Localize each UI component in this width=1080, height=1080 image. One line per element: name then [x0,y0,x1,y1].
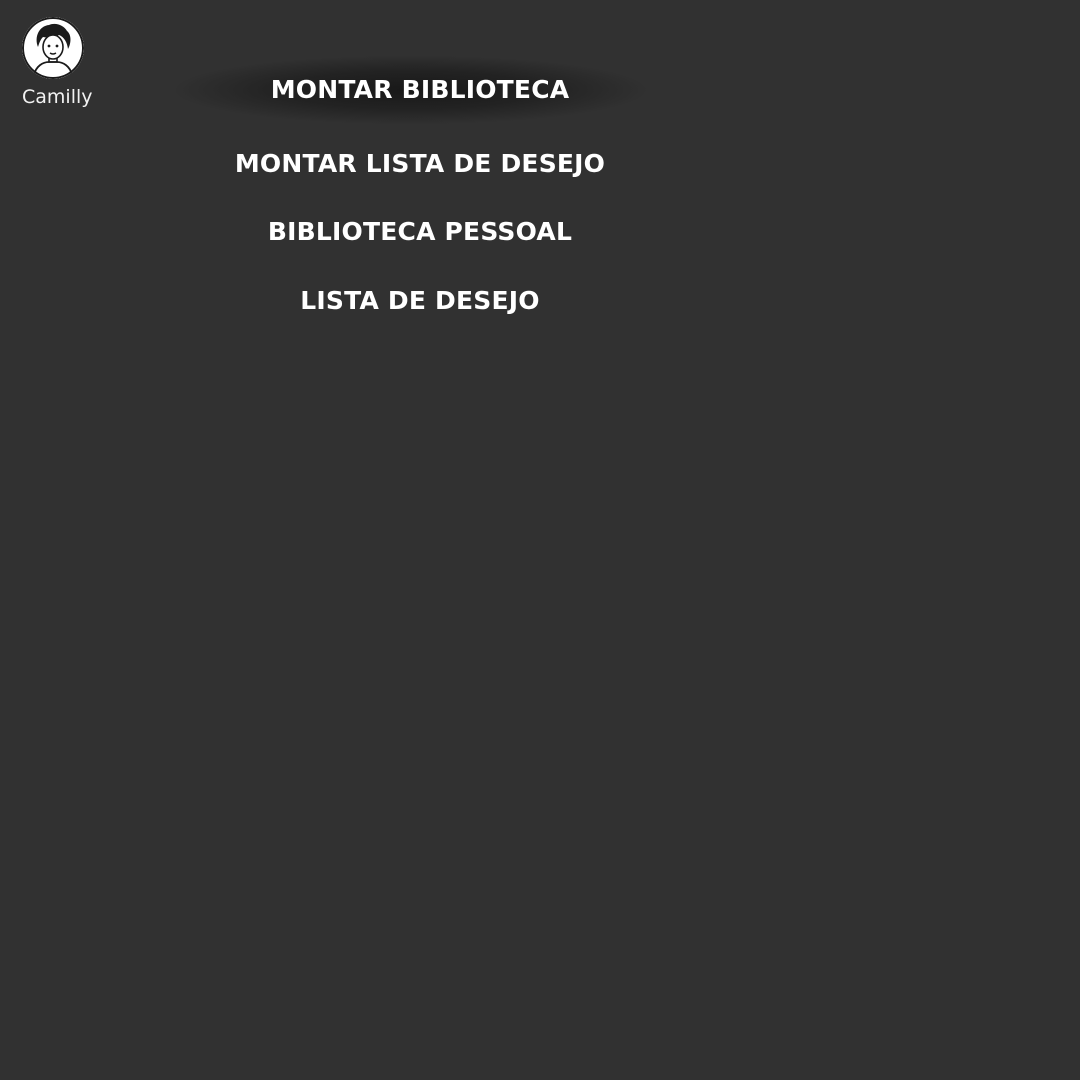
app-page: Camilly MONTAR BIBLIOTECA MONTAR LISTA D… [0,0,1080,1080]
menu-item-label: LISTA DE DESEJO [300,286,540,315]
menu-item-lista-de-desejo[interactable]: LISTA DE DESEJO [0,288,840,313]
menu-item-biblioteca-pessoal[interactable]: BIBLIOTECA PESSOAL [0,219,840,244]
main-menu: MONTAR BIBLIOTECA MONTAR LISTA DE DESEJO… [0,0,840,340]
menu-item-label: BIBLIOTECA PESSOAL [267,217,573,246]
menu-item-montar-lista-de-desejo[interactable]: MONTAR LISTA DE DESEJO [0,151,840,176]
menu-item-label: MONTAR BIBLIOTECA [270,75,570,104]
menu-item-montar-biblioteca[interactable]: MONTAR BIBLIOTECA [0,77,840,102]
menu-item-label: MONTAR LISTA DE DESEJO [234,149,606,178]
